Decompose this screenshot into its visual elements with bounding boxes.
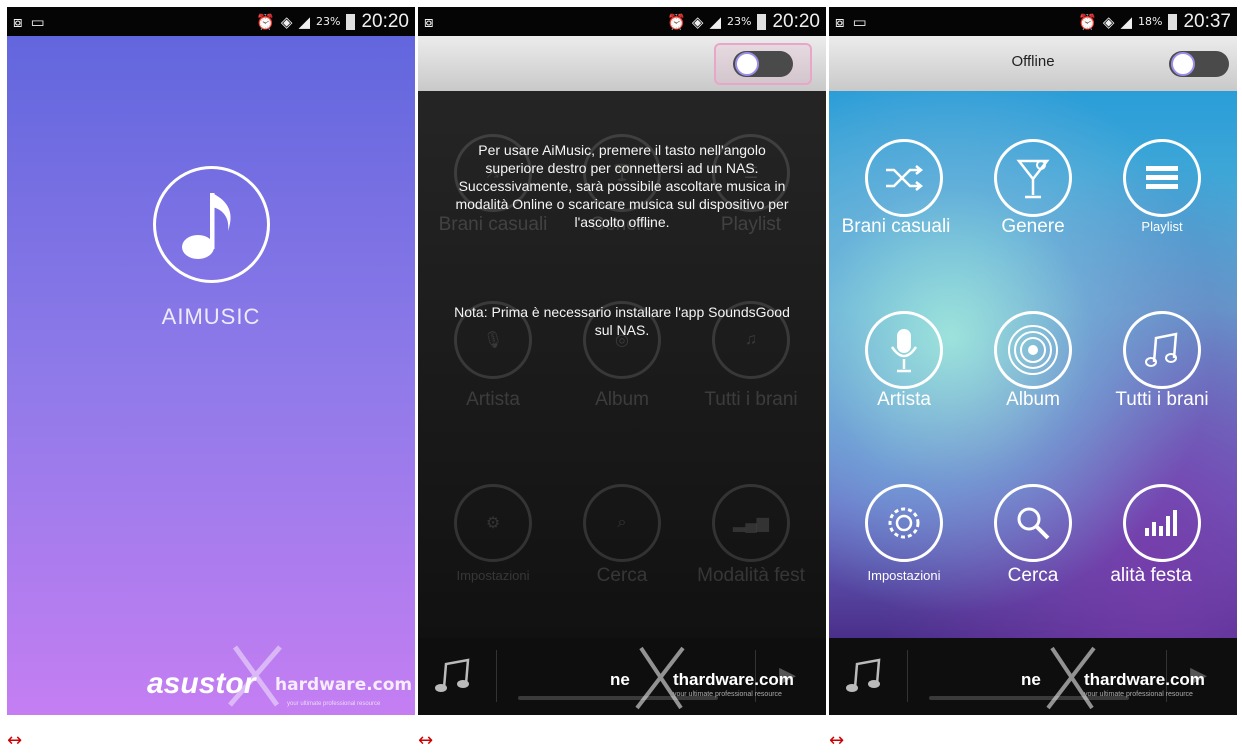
status-bar: ⧇ ⏰ ◈ ◢ 23% 20:20 [418,7,826,36]
wifi-icon: ◈ [1102,12,1115,31]
divider [907,650,908,702]
battery-percent: 23% [727,15,752,28]
player-bar: ▶ ne thardware.com your ultimate profess… [829,638,1237,715]
menu-label: Tutti i brani [704,389,798,410]
music-note-icon[interactable] [1123,311,1201,389]
expand-arrow-icon[interactable]: ↔ [7,730,22,751]
toggle-knob [1171,52,1195,76]
intro-dialog-screen: ⧇ ⏰ ◈ ◢ 23% 20:20 ⤨ 🍸 ☰ Brani casuali Ge… [418,7,826,715]
status-bar: ⧇ ▭ ⏰ ◈ ◢ 18% 20:37 [829,7,1237,36]
signal-icon: ◢ [709,12,721,31]
status-bar: ⧇ ▭ ⏰ ◈ ◢ 23% 20:20 [7,7,415,36]
alarm-icon: ⏰ [1078,12,1097,31]
watermark-subtext: your ultimate professional resource [673,691,782,698]
alarm-icon: ⏰ [256,12,275,31]
shuffle-icon[interactable] [865,139,943,217]
image-notification-icon: ▭ [852,12,867,31]
gear-icon: ⚙ [454,484,532,562]
alarm-icon: ⏰ [667,12,686,31]
watermark-prefix: ne [1021,670,1041,689]
equalizer-icon: ▂▄▆ [712,484,790,562]
clock: 20:20 [361,10,409,32]
battery-icon [346,13,356,30]
battery-percent: 23% [316,15,341,28]
intro-note: Nota: Prima è necessario installare l'ap… [454,304,790,338]
watermark-text: hardware.com [275,675,413,695]
music-note-icon[interactable] [845,658,885,694]
online-toggle[interactable] [1169,51,1229,77]
expand-arrow-icon[interactable]: ↔ [829,730,844,751]
gear-icon[interactable] [865,484,943,562]
clock: 20:37 [1183,10,1231,32]
online-toggle[interactable] [733,51,793,77]
wifi-icon: ◈ [691,12,704,31]
main-menu-screen: ⧇ ▭ ⏰ ◈ ◢ 18% 20:37 Offline Brani casual… [829,7,1237,715]
cocktail-icon[interactable] [994,139,1072,217]
battery-icon [1168,13,1178,30]
microphone-icon[interactable] [865,311,943,389]
app-notification-icon: ⧇ [835,12,845,31]
search-icon: ⌕ [583,484,661,562]
watermark-suffix: thardware.com [673,670,794,689]
menu-label[interactable]: Tutti i brani [1082,389,1237,411]
watermark-suffix: thardware.com [1084,670,1205,689]
intro-message: Per usare AiMusic, premere il tasto nell… [455,142,789,230]
menu-grid: Brani casuali Genere Playlist Artista Al… [829,91,1237,638]
menu-label: Modalità fest [697,565,805,586]
menu-label[interactable]: Playlist [1082,219,1237,234]
vinyl-icon[interactable] [994,311,1072,389]
equalizer-icon[interactable] [1123,484,1201,562]
expand-arrow-icon[interactable]: ↔ [418,730,433,751]
search-icon[interactable] [994,484,1072,562]
menu-label[interactable]: alità festa [1071,565,1231,587]
menu-grid-dimmed: ⤨ 🍸 ☰ Brani casuali Genere Playlist 🎙 ◎ … [418,91,826,638]
music-note-icon[interactable] [434,658,474,694]
wifi-icon: ◈ [280,12,293,31]
music-note-icon [182,193,231,259]
watermark-prefix: ne [610,670,630,689]
splash-screen: ⧇ ▭ ⏰ ◈ ◢ 23% 20:20 AIMUSIC asustor hard… [7,7,415,715]
battery-icon [757,13,767,30]
list-icon[interactable] [1123,139,1201,217]
splash-background: AIMUSIC asustor hardware.com your ultima… [7,36,415,715]
signal-icon: ◢ [298,12,310,31]
image-notification-icon: ▭ [30,12,45,31]
app-logo [153,166,270,283]
app-notification-icon: ⧇ [13,12,23,31]
app-title: AIMUSIC [161,304,261,329]
battery-percent: 18% [1138,15,1163,28]
divider [496,650,497,702]
watermark-subtext: your ultimate professional resource [1084,691,1193,698]
clock: 20:20 [772,10,820,32]
watermark-subtext: your ultimate professional resource [287,701,381,707]
player-bar: ▶ ne thardware.com your ultimate profess… [418,638,826,715]
toggle-knob [735,52,759,76]
top-bar [418,36,826,91]
top-bar: Offline [829,36,1237,91]
signal-icon: ◢ [1120,12,1132,31]
app-notification-icon: ⧇ [424,12,434,31]
